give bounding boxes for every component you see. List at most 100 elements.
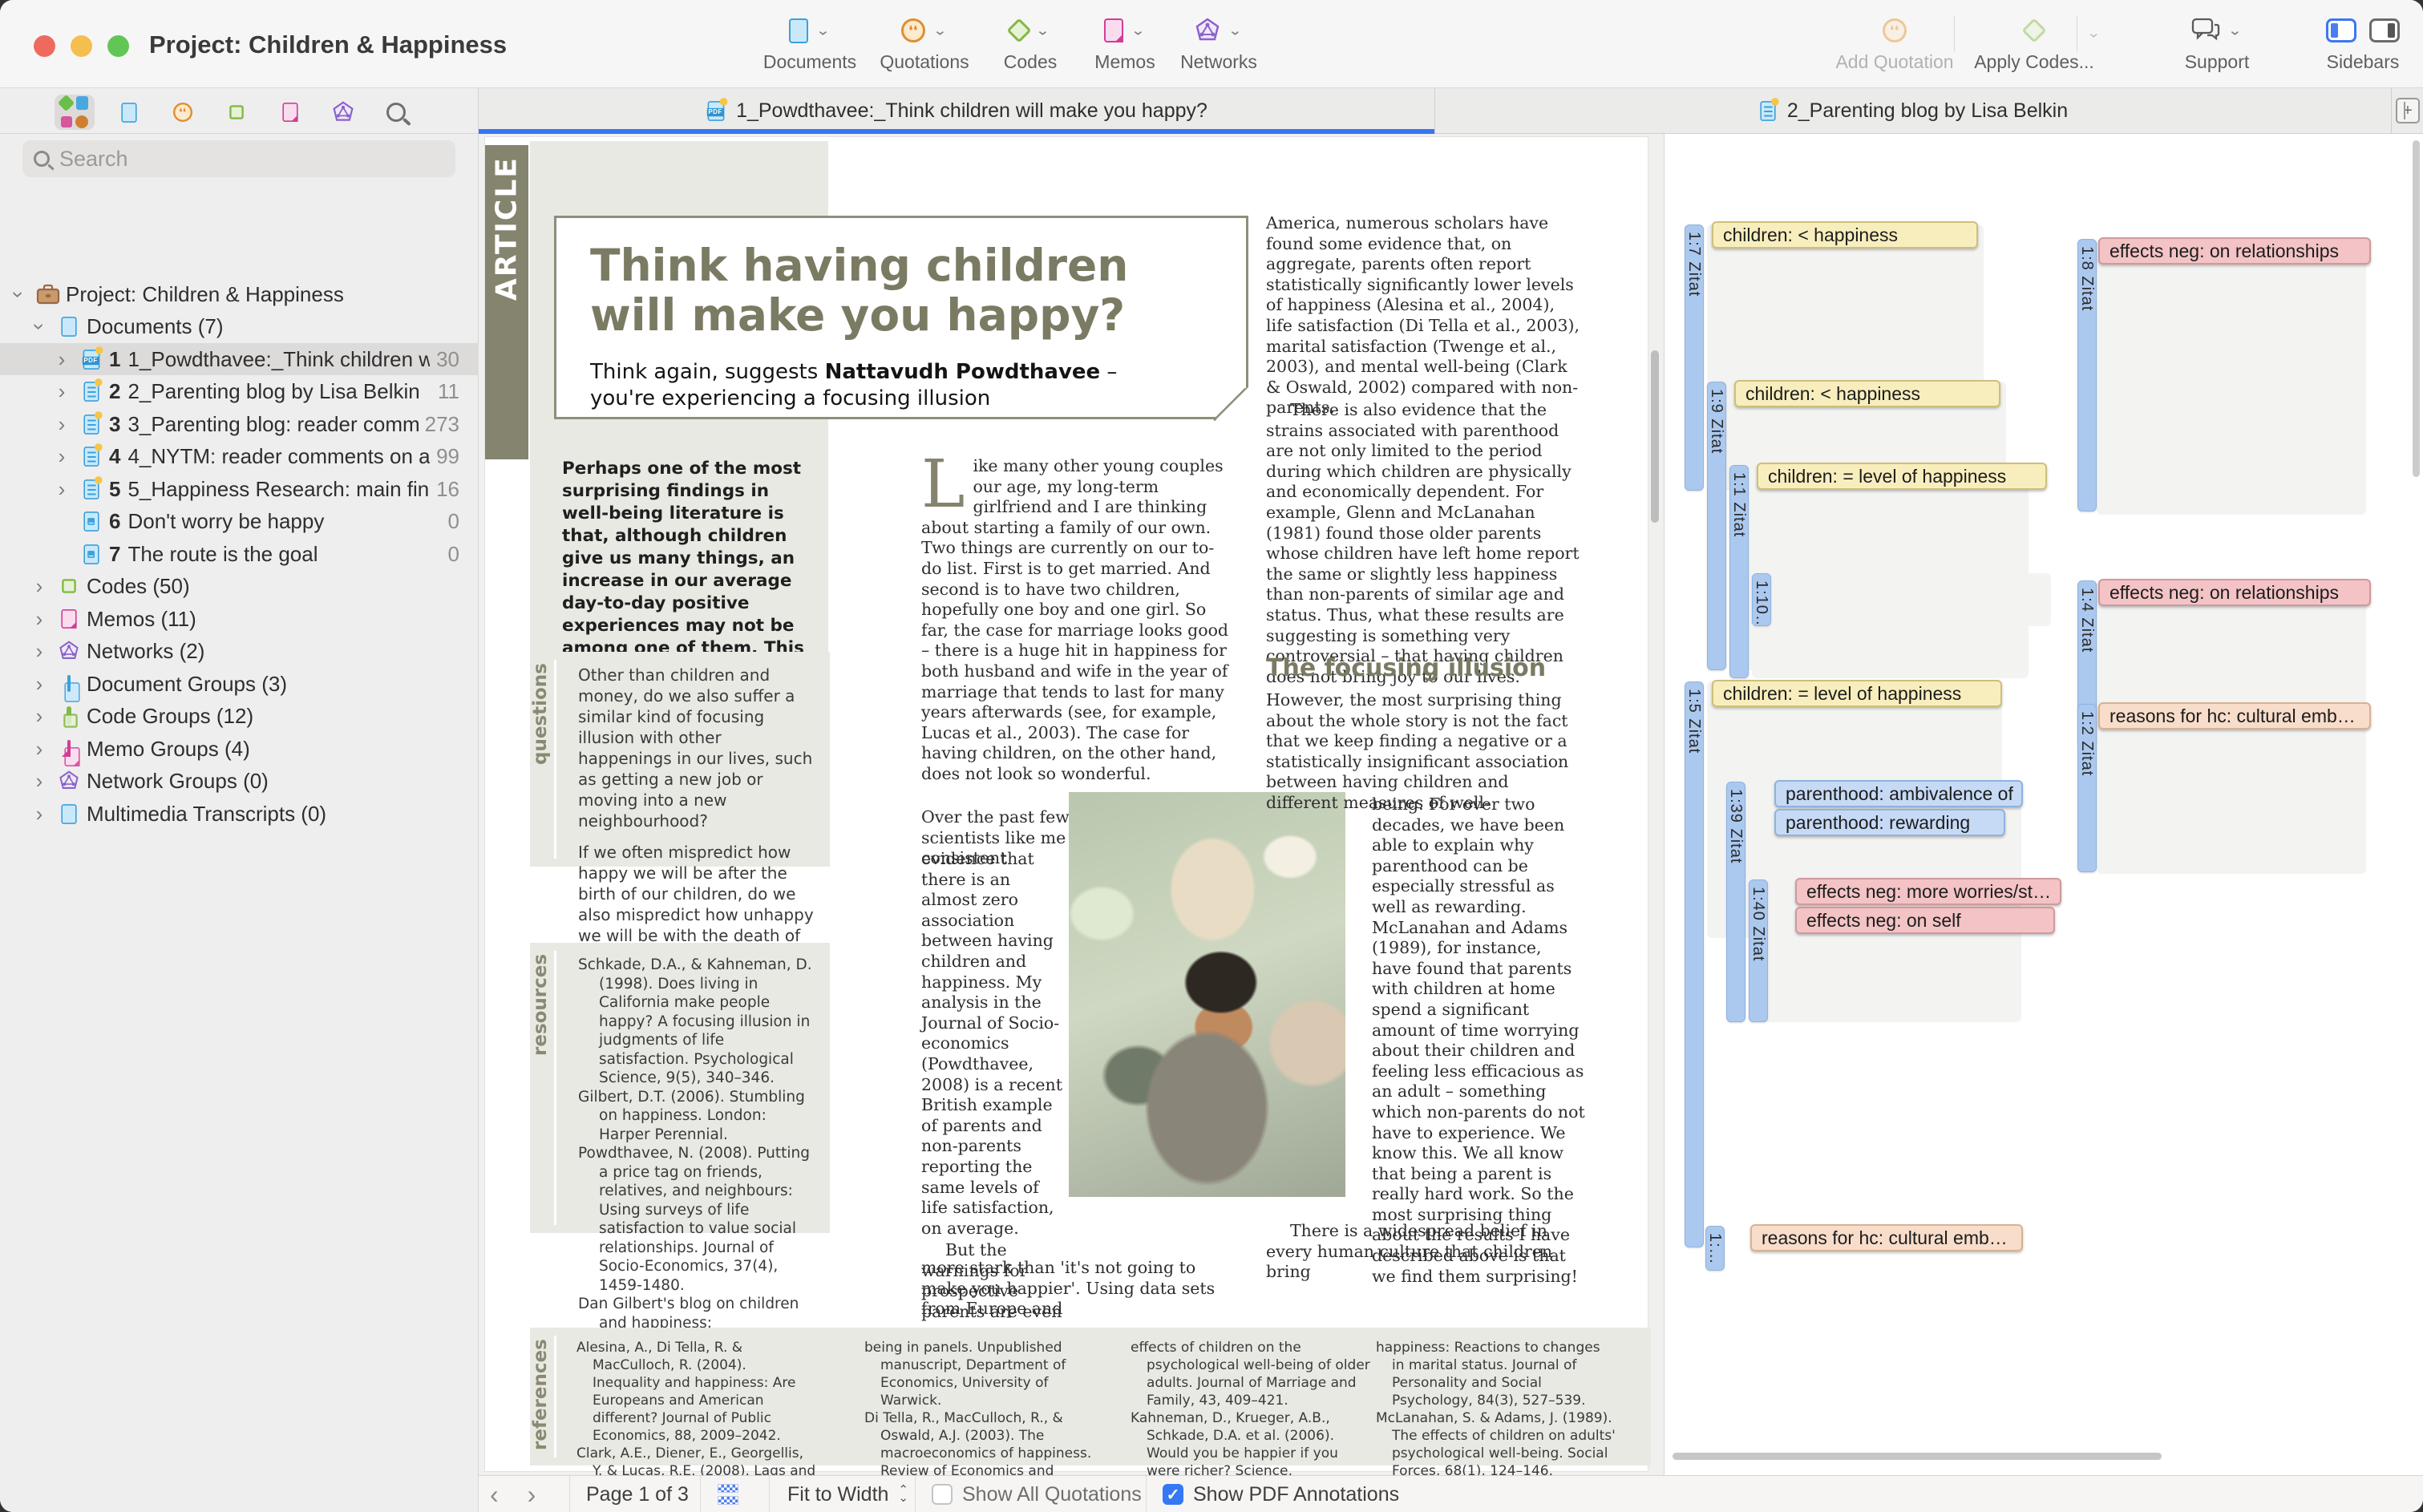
toolbar-apply-codes[interactable]: Apply Codes... xyxy=(1966,11,2102,73)
code-label[interactable]: parenthood: ambivalence of xyxy=(1774,780,2023,807)
article-paragraph[interactable]: There is a widespread belief in every hu… xyxy=(1266,1221,1585,1283)
tree-item-document-7[interactable]: 7 The route is the goal 0 xyxy=(0,538,479,570)
code-label[interactable]: children: < happiness xyxy=(1734,380,2000,407)
quotation-card[interactable] xyxy=(1774,573,2051,626)
questions-text[interactable]: Other than children and money, do we als… xyxy=(578,665,817,967)
right-sidebar-toggle-icon[interactable] xyxy=(2369,18,2400,42)
tree-item-codes[interactable]: › Codes (50) xyxy=(0,570,479,602)
article-paragraph[interactable]: evidence that there is an almost zero as… xyxy=(921,849,1066,1323)
code-label[interactable]: parenthood: rewarding xyxy=(1774,809,2005,836)
chevron-down-icon[interactable]: ⌄ xyxy=(1228,22,1242,39)
show-all-quotations-checkbox[interactable]: Show All Quotations xyxy=(932,1476,1142,1512)
search-input[interactable] xyxy=(59,147,444,172)
code-label[interactable]: children: = level of happiness xyxy=(1757,463,2047,490)
tree-item-multimedia-transcripts[interactable]: › Multimedia Transcripts (0) xyxy=(0,798,479,830)
document-vertical-scrollbar[interactable] xyxy=(1651,350,1659,523)
code-label[interactable]: reasons for hc: cultural emb… xyxy=(2098,702,2371,730)
show-pdf-annotations-checkbox[interactable]: ✓ Show PDF Annotations xyxy=(1163,1476,1399,1512)
tab-document-1[interactable]: PDF 1_Powdthavee:_Think children will ma… xyxy=(479,88,1434,133)
article-subtitle[interactable]: Think again, suggests Nattavudh Powdthav… xyxy=(590,359,1183,412)
code-label[interactable]: effects neg: on relationships xyxy=(2098,237,2371,265)
quotation-bar[interactable]: 1:2 Zitat xyxy=(2077,704,2097,872)
quotation-card[interactable] xyxy=(2097,239,2366,515)
documents-browser-tab[interactable] xyxy=(109,95,149,130)
tree-item-document-groups[interactable]: › Document Groups (3) xyxy=(0,668,479,700)
tab-document-2[interactable]: 2_Parenting blog by Lisa Belkin xyxy=(1435,88,2391,133)
chevron-down-icon[interactable]: ⌄ xyxy=(2227,22,2242,39)
chevron-collapsed-icon[interactable]: › xyxy=(27,802,51,827)
tree-item-document-2[interactable]: › 2 2_Parenting blog by Lisa Belkin 11 xyxy=(0,375,479,407)
chevron-down-icon[interactable]: ⌄ xyxy=(1131,22,1145,39)
quotation-bar[interactable]: 1:… xyxy=(1705,1226,1725,1271)
article-title[interactable]: Think having children will make you happ… xyxy=(590,241,1128,340)
chevron-down-icon[interactable]: ⌄ xyxy=(1035,22,1050,39)
quotation-bar[interactable]: 1:8 Zitat xyxy=(2077,239,2097,511)
margin-horizontal-scrollbar[interactable] xyxy=(1673,1453,2162,1460)
tree-item-networks[interactable]: › Networks (2) xyxy=(0,635,479,667)
chevron-collapsed-icon[interactable]: › xyxy=(50,412,74,437)
chevron-down-icon[interactable]: ⌄ xyxy=(2086,25,2101,42)
references-column[interactable]: happiness: Reactions to changes in marit… xyxy=(1376,1339,1616,1480)
next-page-button[interactable]: › xyxy=(528,1480,536,1510)
code-label[interactable]: effects neg: on self xyxy=(1795,907,2055,934)
networks-browser-tab[interactable] xyxy=(323,95,363,130)
quotation-bar[interactable]: 1:9 Zitat xyxy=(1707,382,1726,670)
code-label[interactable]: effects neg: on relationships xyxy=(2098,579,2371,606)
tree-item-document-3[interactable]: › 3 3_Parenting blog: reader comm… 273 xyxy=(0,408,479,440)
references-column[interactable]: effects of children on the psychological… xyxy=(1131,1339,1371,1480)
chevron-down-icon[interactable]: ⌄ xyxy=(932,22,947,39)
tree-item-document-4[interactable]: › 4 4_NYTM: reader comments on ar… 99 xyxy=(0,440,479,472)
chevron-collapsed-icon[interactable]: › xyxy=(50,444,74,469)
tree-item-code-groups[interactable]: › Code Groups (12) xyxy=(0,700,479,732)
tree-item-network-groups[interactable]: › Network Groups (0) xyxy=(0,765,479,797)
chevron-collapsed-icon[interactable]: › xyxy=(27,769,51,794)
sidebar-search-field[interactable] xyxy=(22,140,455,177)
quotation-card[interactable] xyxy=(1752,465,2029,678)
zoom-mode-select[interactable]: Fit to Width ⌃⌄ xyxy=(787,1476,908,1512)
quotation-bar[interactable]: 1:10… xyxy=(1752,573,1771,626)
article-paragraph[interactable]: There is also evidence that the strains … xyxy=(1266,400,1585,687)
memos-browser-tab[interactable] xyxy=(270,95,310,130)
previous-page-button[interactable]: ‹ xyxy=(490,1480,499,1510)
search-tab[interactable] xyxy=(376,95,416,130)
toolbar-networks[interactable]: ⌄ Networks xyxy=(1151,11,1287,73)
left-sidebar-toggle-icon[interactable] xyxy=(2326,18,2356,42)
references-column[interactable]: being in panels. Unpublished manuscript,… xyxy=(864,1339,1105,1498)
chevron-collapsed-icon[interactable]: › xyxy=(27,607,51,632)
chevron-collapsed-icon[interactable]: › xyxy=(27,704,51,729)
tree-item-document-1[interactable]: › PDF 1 1_Powdthavee:_Think children wil… xyxy=(0,343,479,375)
code-label[interactable]: reasons for hc: cultural emb… xyxy=(1750,1224,2023,1251)
chevron-collapsed-icon[interactable]: › xyxy=(27,672,51,697)
chevron-collapsed-icon[interactable]: › xyxy=(27,639,51,664)
chevron-collapsed-icon[interactable]: › xyxy=(50,379,74,404)
page-thumbnails-button[interactable] xyxy=(718,1476,738,1512)
quotation-bar[interactable]: 1:7 Zitat xyxy=(1685,224,1704,491)
margin-vertical-scrollbar[interactable] xyxy=(2413,140,2420,477)
article-paragraph[interactable]: America, numerous scholars have found so… xyxy=(1266,213,1585,418)
quotation-bar[interactable]: 1:39 Zitat xyxy=(1726,782,1745,1022)
article-paragraph[interactable]: more stark than 'it's not going to make … xyxy=(921,1258,1232,1320)
tree-item-document-6[interactable]: 6 Don't worry be happy 0 xyxy=(0,505,479,537)
tree-item-document-5[interactable]: › 5 5_Happiness Research: main find… 16 xyxy=(0,473,479,505)
code-label[interactable]: children: = level of happiness xyxy=(1712,680,2002,707)
chevron-expanded-icon[interactable]: › xyxy=(27,314,52,338)
tree-item-documents[interactable]: › Documents (7) xyxy=(0,310,479,342)
references-column[interactable]: Alesina, A., Di Tella, R. & MacCulloch, … xyxy=(576,1339,817,1498)
tree-item-memos[interactable]: › Memos (11) xyxy=(0,603,479,635)
article-section-heading[interactable]: The focusing illusion xyxy=(1266,654,1546,682)
project-explorer-tab[interactable] xyxy=(55,95,95,130)
chevron-collapsed-icon[interactable]: › xyxy=(27,737,51,762)
tree-item-project[interactable]: › Project: Children & Happiness xyxy=(0,278,479,310)
tree-item-memo-groups[interactable]: › Memo Groups (4) xyxy=(0,733,479,765)
chevron-collapsed-icon[interactable]: › xyxy=(50,347,74,372)
resources-text[interactable]: Schkade, D.A., & Kahneman, D. (1998). Do… xyxy=(578,956,817,1352)
split-view-button[interactable]: + xyxy=(2396,98,2420,123)
quotations-browser-tab[interactable]: ❛❛ xyxy=(163,95,203,130)
quotation-bar[interactable]: 1:5 Zitat xyxy=(1685,681,1704,1247)
chevron-expanded-icon[interactable]: › xyxy=(6,282,31,306)
quotation-bar[interactable]: 1:1 Zitat xyxy=(1729,465,1749,678)
minimize-window-button[interactable] xyxy=(71,35,92,57)
codes-browser-tab[interactable] xyxy=(216,95,257,130)
close-window-button[interactable] xyxy=(34,35,55,57)
zoom-window-button[interactable] xyxy=(107,35,129,57)
